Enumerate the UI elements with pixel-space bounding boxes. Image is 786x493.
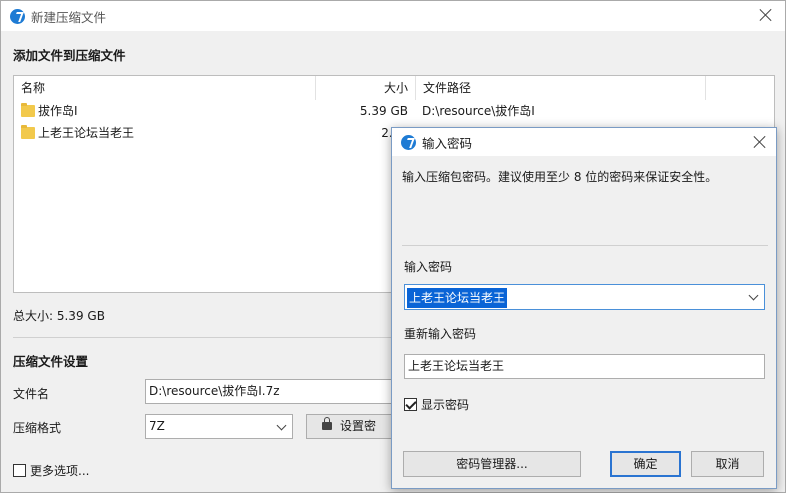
close-icon[interactable] — [751, 133, 769, 151]
app-logo-icon — [401, 134, 416, 150]
divider — [402, 245, 768, 246]
set-password-label: 设置密 — [340, 419, 377, 433]
password-manager-button[interactable]: 密码管理器... — [403, 451, 581, 477]
checkbox-box[interactable] — [404, 398, 417, 411]
folder-icon — [21, 125, 35, 139]
folder-icon — [21, 103, 35, 117]
item-name: 拔作岛I — [38, 104, 78, 118]
more-options-checkbox[interactable]: 更多选项... — [13, 462, 89, 479]
password-label: 输入密码 — [404, 260, 453, 274]
total-size-text: 总大小: 5.39 GB — [13, 309, 105, 323]
title-bar: 新建压缩文件 — [1, 1, 785, 31]
list-item[interactable]: 拔作岛I 5.39 GB D:\resource\拔作岛I — [14, 100, 774, 122]
column-header-name[interactable]: 名称 — [14, 76, 316, 100]
lock-icon — [322, 417, 332, 430]
item-name: 上老王论坛当老王 — [38, 126, 135, 140]
confirm-password-label: 重新输入密码 — [404, 327, 477, 341]
filename-label: 文件名 — [13, 387, 50, 401]
confirm-password-input[interactable]: 上老王论坛当老王 — [404, 354, 765, 379]
item-path: D:\resource\拔作岛I — [422, 104, 535, 118]
more-options-label: 更多选项... — [30, 464, 90, 478]
chevron-down-icon[interactable] — [748, 290, 759, 301]
format-select[interactable]: 7Z — [145, 414, 293, 439]
format-label: 压缩格式 — [13, 421, 62, 435]
window-title: 新建压缩文件 — [31, 9, 107, 25]
column-header-path[interactable]: 文件路径 — [416, 76, 706, 100]
column-header-size[interactable]: 大小 — [316, 76, 416, 100]
password-value: 上老王论坛当老王 — [407, 288, 508, 308]
show-password-checkbox[interactable]: 显示密码 — [404, 396, 469, 413]
dialog-description: 输入压缩包密码。建议使用至少 8 位的密码来保证安全性。 — [402, 170, 718, 184]
format-value: 7Z — [149, 419, 165, 433]
dialog-title: 输入密码 — [422, 135, 473, 151]
show-password-label: 显示密码 — [421, 398, 470, 412]
item-size: 5.39 GB — [359, 104, 408, 118]
password-combobox[interactable]: 上老王论坛当老王 — [404, 284, 765, 310]
cancel-button[interactable]: 取消 — [691, 451, 764, 477]
close-icon[interactable] — [757, 6, 775, 24]
settings-section-title: 压缩文件设置 — [13, 354, 89, 369]
chevron-down-icon — [276, 420, 287, 431]
ok-button[interactable]: 确定 — [610, 451, 681, 477]
files-section-title: 添加文件到压缩文件 — [13, 48, 126, 63]
password-dialog: 输入密码 输入压缩包密码。建议使用至少 8 位的密码来保证安全性。 输入密码 上… — [391, 127, 777, 489]
checkbox-box[interactable] — [13, 464, 26, 477]
list-header: 名称 大小 文件路径 — [14, 76, 774, 100]
app-logo-icon — [10, 8, 25, 24]
dialog-title-bar: 输入密码 — [392, 128, 776, 156]
